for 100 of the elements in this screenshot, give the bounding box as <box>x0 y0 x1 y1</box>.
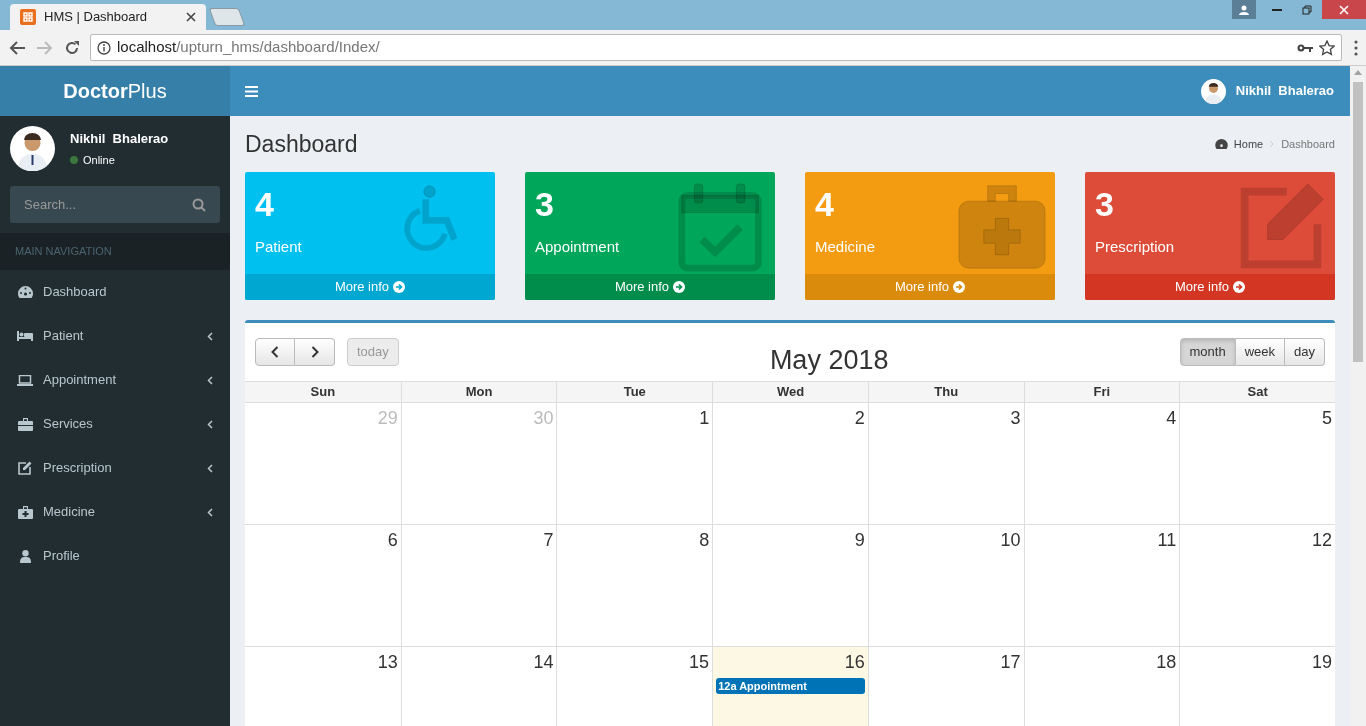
brand-logo[interactable]: DoctorPlus <box>0 66 230 116</box>
day-number: 19 <box>1311 650 1332 673</box>
weekday-header: Thu <box>934 382 959 401</box>
more-info-link[interactable]: More info <box>525 274 775 300</box>
calendar-title: May 2018 <box>769 344 889 377</box>
nav-item[interactable]: Prescription <box>0 446 230 490</box>
menu-icon[interactable] <box>245 85 258 97</box>
avatar <box>1200 78 1226 104</box>
breadcrumb-link[interactable]: Home <box>1233 135 1264 153</box>
app-logo-icon <box>20 9 36 25</box>
day-cell[interactable]: 4 <box>1023 402 1180 524</box>
menu-icon[interactable] <box>1354 39 1358 56</box>
profile-button[interactable] <box>1232 0 1256 19</box>
day-cell[interactable]: 16 12a Appointment <box>712 646 868 726</box>
day-number: 11 <box>1157 528 1177 551</box>
arrow-circle-right-icon <box>953 281 966 293</box>
day-number: 16 <box>844 650 865 673</box>
day-number: 30 <box>533 406 554 429</box>
new-tab-button[interactable] <box>208 8 246 26</box>
day-number: 9 <box>854 528 865 551</box>
next-button[interactable] <box>295 338 335 366</box>
stat-count: 4 <box>815 184 834 224</box>
address-field[interactable]: localhost/upturn_hms/dashboard/Index/ <box>90 34 1342 61</box>
avatar <box>10 126 55 171</box>
reload-icon[interactable] <box>64 39 80 56</box>
edit-icon <box>18 461 32 475</box>
stat-label: Prescription <box>1095 237 1175 257</box>
url-text: localhost/upturn_hms/dashboard/Index/ <box>117 37 381 58</box>
nav-item[interactable]: Appointment <box>0 358 230 402</box>
day-cell[interactable]: 12 <box>1179 524 1335 646</box>
browser-tab[interactable]: HMS | Dashboard <box>10 4 206 30</box>
weekday-header: Mon <box>465 382 493 401</box>
scroll-up-icon[interactable] <box>1354 70 1362 75</box>
close-button[interactable] <box>1322 0 1366 19</box>
nav-item[interactable]: Services <box>0 402 230 446</box>
breadcrumb-current: Dashboard <box>1281 136 1335 152</box>
scrollbar[interactable] <box>1350 66 1366 726</box>
day-number: 29 <box>377 406 398 429</box>
search-field[interactable]: Search... <box>10 186 220 223</box>
info-icon[interactable] <box>97 40 111 55</box>
stat-label: Patient <box>255 237 302 257</box>
day-cell[interactable]: 10 <box>867 524 1024 646</box>
day-cell[interactable]: 11 <box>1023 524 1180 646</box>
weekday-header: Wed <box>776 382 805 401</box>
day-cell[interactable]: 8 <box>556 524 713 646</box>
stat-label: Appointment <box>535 237 620 257</box>
day-number: 18 <box>1156 650 1177 673</box>
more-info-link[interactable]: More info <box>1085 274 1335 300</box>
tab-title: HMS | Dashboard <box>44 8 149 27</box>
close-icon <box>1339 4 1349 15</box>
day-cell[interactable]: 9 <box>712 524 868 646</box>
day-cell[interactable]: 18 <box>1023 646 1180 726</box>
view-tab[interactable]: month <box>1179 338 1236 366</box>
day-cell[interactable]: 19 <box>1179 646 1335 726</box>
nav-item[interactable]: Profile <box>0 534 230 578</box>
day-number: 7 <box>543 528 554 551</box>
medkit-icon <box>17 505 33 519</box>
weekday-header: Fri <box>1093 382 1111 401</box>
separator-icon <box>1269 140 1275 148</box>
medkit-icon <box>957 182 1047 272</box>
day-cell[interactable]: 6 <box>245 524 401 646</box>
day-number: 10 <box>1000 528 1021 551</box>
view-tab[interactable]: day <box>1285 338 1325 366</box>
chevron-right-icon <box>310 346 319 358</box>
close-icon[interactable] <box>186 12 196 22</box>
weekday-header: Sat <box>1247 382 1268 401</box>
day-cell[interactable]: 2 <box>712 402 868 524</box>
briefcase-icon <box>17 417 33 431</box>
day-cell[interactable]: 1 <box>556 402 713 524</box>
bed-icon <box>17 331 33 341</box>
laptop-icon <box>17 374 33 386</box>
day-number: 4 <box>1166 406 1177 429</box>
calendar-event[interactable]: 12a Appointment <box>716 677 865 694</box>
nav-header: MAIN NAVIGATION <box>15 244 112 260</box>
day-number: 8 <box>699 528 710 551</box>
key-icon[interactable] <box>1297 42 1313 53</box>
search-icon[interactable] <box>192 198 206 212</box>
day-cell[interactable]: 7 <box>400 524 557 646</box>
day-cell[interactable]: 17 <box>867 646 1024 726</box>
star-icon[interactable] <box>1319 39 1335 56</box>
user-icon <box>19 549 31 563</box>
nav-item[interactable]: Dashboard <box>0 270 230 314</box>
nav-item[interactable]: Medicine <box>0 490 230 534</box>
user-menu[interactable]: Nikhil Bhalerao <box>1200 78 1335 104</box>
weekday-header: Sun <box>310 382 336 401</box>
dashboard-icon <box>17 286 33 298</box>
day-number: 13 <box>377 650 398 673</box>
day-cell[interactable]: 5 <box>1179 402 1335 524</box>
day-number: 2 <box>854 406 865 429</box>
back-icon[interactable] <box>8 39 26 56</box>
stat-label: Medicine <box>815 237 876 257</box>
day-cell[interactable]: 13 <box>245 646 401 726</box>
view-tab[interactable]: week <box>1235 338 1285 366</box>
nav-item[interactable]: Patient <box>0 314 230 358</box>
day-cell[interactable]: 14 <box>400 646 557 726</box>
previous-button[interactable] <box>255 338 295 366</box>
person-icon <box>1239 4 1249 15</box>
restore-icon[interactable] <box>1302 4 1312 15</box>
day-number: 12 <box>1311 528 1332 551</box>
day-cell[interactable]: 3 <box>867 402 1024 524</box>
